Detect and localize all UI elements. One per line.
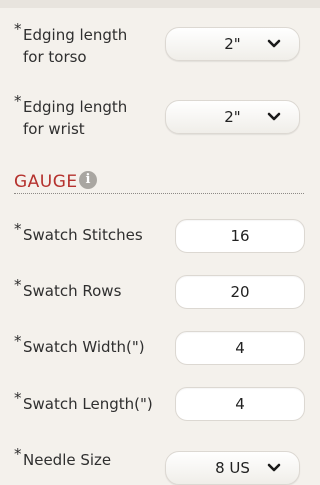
swatch-rows-label-text: Swatch Rows xyxy=(23,282,122,300)
info-icon[interactable]: i xyxy=(79,171,97,189)
required-marker: * xyxy=(14,332,22,350)
required-marker: * xyxy=(14,445,22,463)
edging-wrist-label-line1: Edging length xyxy=(23,98,128,116)
chevron-down-icon xyxy=(267,463,281,472)
chevron-down-icon xyxy=(267,39,281,48)
swatch-width-label: * Swatch Width(") xyxy=(14,332,145,358)
swatch-stitches-label-text: Swatch Stitches xyxy=(23,226,143,244)
required-marker: * xyxy=(14,20,22,38)
required-marker: * xyxy=(14,92,22,110)
edging-torso-label-line2: for torso xyxy=(23,48,87,66)
required-marker: * xyxy=(14,276,22,294)
edging-torso-label-line1: Edging length xyxy=(23,26,128,44)
swatch-stitches-label: * Swatch Stitches xyxy=(14,220,143,246)
swatch-rows-label: * Swatch Rows xyxy=(14,276,122,302)
edging-torso-dropdown[interactable]: 2" xyxy=(165,27,300,61)
edging-torso-label: * Edging length for torso xyxy=(14,20,128,68)
swatch-length-label: * Swatch Length(") xyxy=(14,389,153,415)
swatch-width-label-text: Swatch Width(") xyxy=(23,338,145,356)
top-strip xyxy=(0,0,320,8)
swatch-stitches-input[interactable]: 16 xyxy=(175,219,305,253)
swatch-length-label-text: Swatch Length(") xyxy=(23,395,153,413)
swatch-length-input[interactable]: 4 xyxy=(175,387,305,421)
needle-size-label: * Needle Size xyxy=(14,445,112,471)
required-marker: * xyxy=(14,220,22,238)
required-marker: * xyxy=(14,389,22,407)
section-divider xyxy=(14,193,304,194)
edging-wrist-label-line2: for wrist xyxy=(23,120,85,138)
gauge-section-title: GAUGE xyxy=(14,172,78,192)
edging-wrist-dropdown[interactable]: 2" xyxy=(165,100,300,134)
edging-wrist-label: * Edging length for wrist xyxy=(14,92,128,140)
chevron-down-icon xyxy=(267,112,281,121)
swatch-rows-input[interactable]: 20 xyxy=(175,275,305,309)
swatch-width-input[interactable]: 4 xyxy=(175,331,305,365)
needle-size-label-text: Needle Size xyxy=(23,451,112,469)
